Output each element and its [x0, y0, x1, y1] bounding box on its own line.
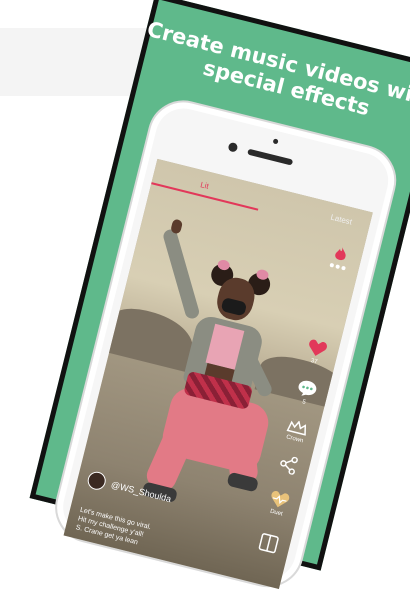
phone-sensor — [272, 138, 279, 145]
phone-camera — [227, 141, 239, 153]
heart-icon — [309, 339, 327, 356]
heart-pulse-icon — [271, 491, 290, 508]
phone-mockup: Lit Latest 37 5 Crown Duet @WS_Shoulda L… — [47, 92, 404, 595]
share-icon — [280, 456, 298, 475]
tab-latest[interactable]: Latest — [330, 213, 353, 227]
phone-speaker — [247, 148, 294, 166]
tab-lit[interactable]: Lit — [199, 180, 209, 191]
split-screen-icon — [258, 533, 279, 554]
comment-icon — [298, 380, 317, 396]
